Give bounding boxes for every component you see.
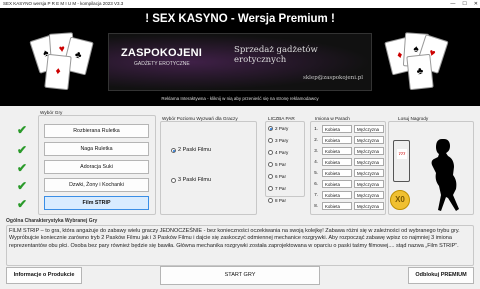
level-option-3-paski[interactable]: 3 Paski Filmu: [171, 177, 211, 183]
radio-selected-icon[interactable]: [268, 126, 273, 131]
pairs-option-5[interactable]: 5 Par: [268, 162, 286, 167]
close-icon[interactable]: ✕: [474, 0, 478, 8]
name-input-female[interactable]: Kobieta: [322, 202, 352, 210]
promo-text: Reklama Interaktywna - kliknij w nią aby…: [161, 96, 319, 101]
radio-icon[interactable]: [268, 198, 273, 203]
window-titlebar: SEX KASYNO wersja P R E M I U M - kompil…: [0, 0, 480, 8]
name-input-male[interactable]: Mężczyzna: [354, 147, 384, 155]
name-input-female[interactable]: Kobieta: [322, 136, 352, 144]
radio-icon[interactable]: [268, 162, 273, 167]
pairs-option-8[interactable]: 8 Par: [268, 198, 286, 203]
check-icon: ✔: [17, 161, 28, 175]
pairs-option-label: 5 Par: [275, 162, 286, 167]
name-input-male[interactable]: Mężczyzna: [354, 158, 384, 166]
name-input-female[interactable]: Kobieta: [322, 191, 352, 199]
header-banner[interactable]: ! SEX KASYNO - Wersja Premium ! ♠ ♥ ♣ ♦ …: [0, 8, 480, 106]
pairs-option-label: 7 Par: [275, 186, 286, 191]
level-option-label: 2 Paski Filmu: [178, 147, 212, 153]
name-input-male[interactable]: Mężczyzna: [354, 202, 384, 210]
radio-icon[interactable]: [268, 186, 273, 191]
pairs-option-3[interactable]: 3 Pary: [268, 138, 288, 143]
slot-screen: 777: [397, 149, 407, 159]
pairs-option-label: 3 Pary: [275, 138, 289, 143]
brand-slogan: Sprzedaż gadżetów erotycznych: [234, 45, 318, 65]
pairs-option-label: 8 Par: [275, 198, 286, 203]
pair-number: 2.: [314, 137, 318, 142]
name-input-female[interactable]: Kobieta: [322, 158, 352, 166]
radio-icon[interactable]: [268, 174, 273, 179]
game-button-naga-ruletka[interactable]: Naga Ruletka: [44, 142, 149, 156]
pair-number: 1.: [314, 126, 318, 131]
game-button-film-strip[interactable]: Film STRIP: [44, 196, 149, 210]
radio-selected-icon[interactable]: [171, 147, 176, 153]
pair-number: 5.: [314, 170, 318, 175]
pair-number: 7.: [314, 192, 318, 197]
minimize-icon[interactable]: —: [450, 0, 455, 8]
brand-name: ZASPOKOJENI: [121, 47, 203, 59]
game-button-rozbierana-ruletka[interactable]: Rozbierana Ruletka: [44, 124, 149, 138]
brand-subtitle: GADŻETY EROTYCZNE: [134, 61, 190, 67]
name-input-male[interactable]: Mężczyzna: [354, 191, 384, 199]
name-input-male[interactable]: Mężczyzna: [354, 180, 384, 188]
name-input-female[interactable]: Kobieta: [322, 180, 352, 188]
name-input-male[interactable]: Mężczyzna: [354, 169, 384, 177]
level-option-label: 3 Paski Filmu: [178, 177, 212, 183]
level-panel: [160, 121, 257, 215]
slot-machine-icon[interactable]: 777: [393, 140, 410, 182]
check-icon: ✔: [17, 179, 28, 193]
name-input-female[interactable]: Kobieta: [322, 169, 352, 177]
advertisement-banner[interactable]: ZASPOKOJENI GADŻETY EROTYCZNE Sprzedaż g…: [108, 33, 372, 91]
name-input-male[interactable]: Mężczyzna: [354, 136, 384, 144]
woman-silhouette-icon: [431, 139, 459, 211]
radio-icon[interactable]: [268, 150, 273, 155]
pair-number: 6.: [314, 181, 318, 186]
game-button-dzwki-zony-kochanki[interactable]: Dzwki, Żony i Kochanki: [44, 178, 149, 192]
unlock-premium-button[interactable]: Odblokuj PREMIUM: [408, 267, 474, 284]
start-game-button[interactable]: START GRY: [160, 266, 320, 285]
window-controls: — ☐ ✕: [450, 0, 478, 8]
pairs-option-2[interactable]: 2 Pary: [268, 126, 288, 131]
pair-number: 3.: [314, 148, 318, 153]
pair-number: 4.: [314, 159, 318, 164]
level-option-2-paski[interactable]: 2 Paski Filmu: [171, 147, 211, 153]
check-icon: ✔: [17, 123, 28, 137]
window-title: SEX KASYNO wersja P R E M I U M - kompil…: [3, 1, 124, 6]
name-input-male[interactable]: Mężczyzna: [354, 125, 384, 133]
brand-email: sklep@zaspokojeni.pl: [303, 75, 363, 81]
pairs-option-label: 2 Pary: [275, 126, 289, 131]
maximize-icon[interactable]: ☐: [462, 0, 466, 8]
cards-right-image: ♦ ♠ ♥ ♣: [384, 32, 449, 91]
check-icon: ✔: [17, 143, 28, 157]
pairs-option-label: 4 Pary: [275, 150, 289, 155]
check-icon: ✔: [17, 197, 28, 211]
pairs-option-6[interactable]: 6 Par: [268, 174, 286, 179]
header-title: ! SEX KASYNO - Wersja Premium !: [145, 13, 335, 25]
pairs-option-4[interactable]: 4 Pary: [268, 150, 288, 155]
name-input-female[interactable]: Kobieta: [322, 147, 352, 155]
coin-counter: X0: [390, 190, 410, 210]
radio-icon[interactable]: [171, 177, 176, 183]
description-text: FILM STRIP – to gra, która angażuje do z…: [9, 228, 460, 249]
name-input-female[interactable]: Kobieta: [322, 125, 352, 133]
game-button-adoracja-suki[interactable]: Adoracja Suki: [44, 160, 149, 174]
cards-left-image: ♠ ♥ ♣ ♦: [29, 32, 94, 91]
pairs-option-7[interactable]: 7 Par: [268, 186, 286, 191]
pairs-option-label: 6 Par: [275, 174, 286, 179]
description-title: Ogólna Charakterystyka Wybranej Gry: [6, 218, 98, 224]
pair-number: 8.: [314, 203, 318, 208]
radio-icon[interactable]: [268, 138, 273, 143]
product-info-button[interactable]: Informacje o Produkcie: [6, 267, 82, 284]
